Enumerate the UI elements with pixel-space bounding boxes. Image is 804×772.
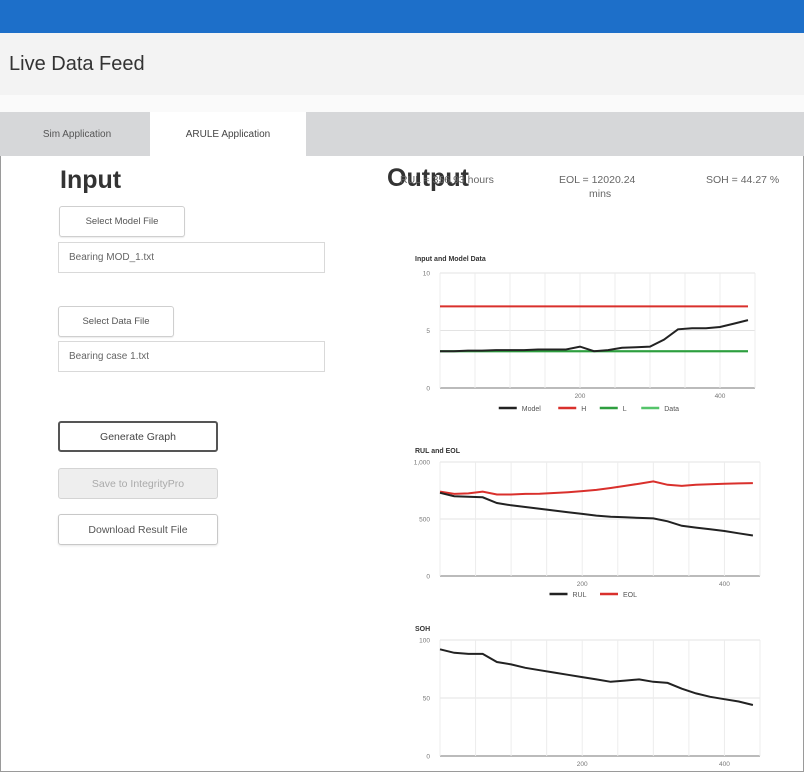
y-tick-label: 10 [423,271,431,278]
generate-graph-button[interactable]: Generate Graph [58,421,218,452]
x-tick-label: 200 [577,581,588,588]
save-to-integritypro-button[interactable]: Save to IntegrityPro [58,468,218,499]
model-file-field[interactable]: Bearing MOD_1.txt [58,242,325,273]
tab-sim-application[interactable]: Sim Application [18,112,136,156]
x-tick-label: 200 [575,393,586,400]
select-model-file-button[interactable]: Select Model File [59,206,185,237]
series-line-eol [439,480,753,496]
y-tick-label: 500 [419,517,430,524]
tab-bar: Sim Application ARULE Application [0,112,804,156]
tab-arule-application[interactable]: ARULE Application [150,112,306,156]
download-result-file-button[interactable]: Download Result File [58,514,218,545]
top-accent-bar [0,0,804,33]
y-tick-label: 100 [419,638,430,645]
legend-label: L [623,406,627,413]
chart-soh: SOH 0 50 100 200 400 [415,626,761,768]
y-tick-label: 0 [426,386,430,393]
legend-label: RUL [573,592,587,599]
header-bar: Live Data Feed [0,33,804,95]
legend-label: Data [664,406,679,413]
rul-value: RUL = 356.93 hours [400,174,494,186]
header-spacer [0,95,804,112]
eol-value-line1: EOL = 12020.24 [559,174,636,186]
eol-value-line2: mins [589,188,612,200]
y-tick-label: 0 [426,574,430,581]
chart-title: SOH [415,626,430,633]
input-heading: Input [60,166,122,194]
app-title: Live Data Feed [9,53,145,75]
chart-rul-eol: RUL and EOL 0 500 1,000 200 400 RUL EOL [414,448,761,599]
legend-label: EOL [623,592,637,599]
chart-input-model-data: Input and Model Data 0 5 10 200 400 Model H L Dat… [415,256,756,413]
eol-value: EOL = 12020.24 mins [559,174,635,200]
x-tick-label: 400 [719,581,730,588]
chart-title: Input and Model Data [415,256,486,263]
legend-label: H [581,406,586,413]
series-line-rul [439,491,754,537]
select-data-file-button[interactable]: Select Data File [58,306,174,337]
chart-title: RUL and EOL [415,448,461,455]
legend-label: Model [522,406,542,413]
soh-value: SOH = 44.27 % [706,174,780,186]
y-tick-label: 1,000 [414,460,431,467]
y-tick-label: 0 [426,754,430,761]
x-tick-label: 400 [719,761,730,768]
y-tick-label: 50 [423,696,431,703]
x-tick-label: 200 [577,761,588,768]
series-line-soh [439,648,754,706]
data-file-field[interactable]: Bearing case 1.txt [58,341,325,372]
y-tick-label: 5 [426,328,430,335]
x-tick-label: 400 [715,393,726,400]
series-line-model [440,319,749,353]
